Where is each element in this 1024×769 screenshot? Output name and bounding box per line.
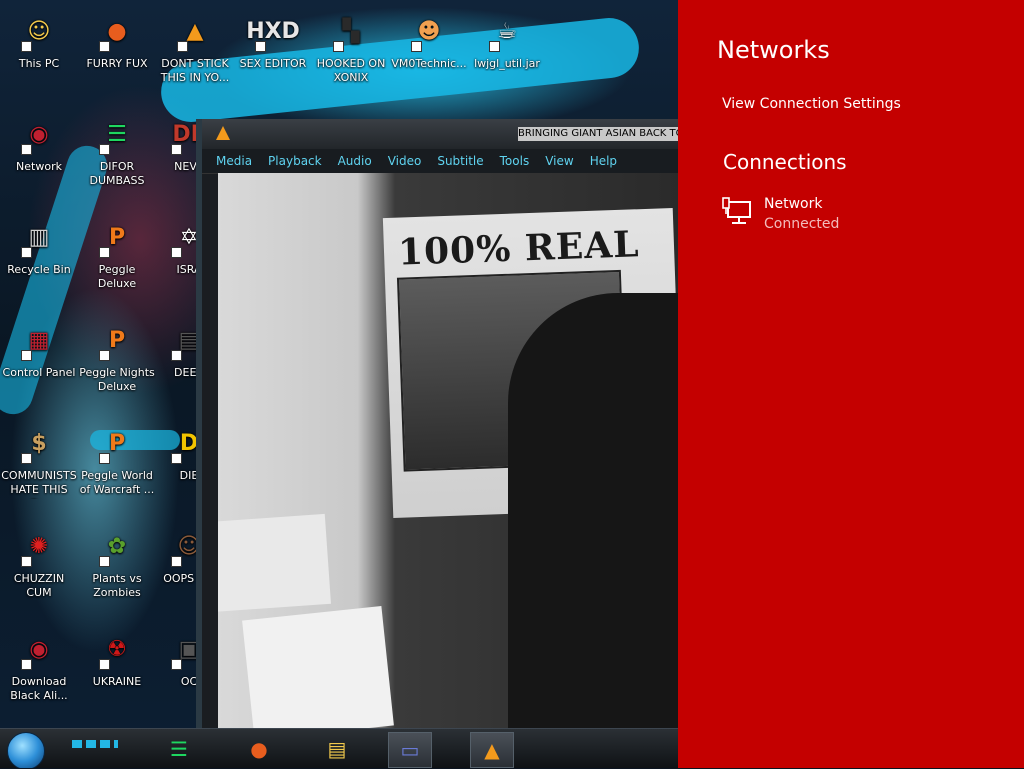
vlc-menubar: Media Playback Audio Video Subtitle Tool… xyxy=(202,149,678,174)
desktop-icon[interactable]: ◉ Download Black Ali... xyxy=(0,628,78,703)
desktop-icon[interactable]: ☕ lwjgl_util.jar xyxy=(468,10,546,71)
desktop-icon-label: VM0Technic... xyxy=(391,57,467,70)
connections-heading: Connections xyxy=(723,150,847,174)
desktop-icon-image: P xyxy=(95,319,139,363)
desktop-icon-image: $ xyxy=(17,422,61,466)
desktop-icon-image: ▚ xyxy=(329,10,373,54)
desktop-icon-image: P xyxy=(95,216,139,260)
desktop-icon-label: Plants vs Zombies xyxy=(92,572,142,599)
taskbar-firefox-button[interactable]: ● xyxy=(238,732,280,766)
desktop-icon[interactable]: ▦ Control Panel xyxy=(0,319,78,380)
menu-playback[interactable]: Playback xyxy=(268,154,322,168)
network-connection-item[interactable]: Network Connected xyxy=(722,194,982,238)
desktop-icon[interactable]: ✺ CHUZZIN CUM xyxy=(0,525,78,600)
desktop-icon-image: ☢ xyxy=(95,628,139,672)
network-status: Connected xyxy=(764,216,840,232)
taskbar: ☰ ● ▤ ▭ ▲ xyxy=(0,728,678,768)
desktop-icon-label: SEX EDITOR xyxy=(239,57,307,70)
desktop-icon-label: CHUZZIN CUM xyxy=(13,572,65,599)
desktop-icon[interactable]: P Peggle Nights Deluxe xyxy=(78,319,156,394)
menu-help[interactable]: Help xyxy=(590,154,617,168)
desktop-icon-label: FURRY FUX xyxy=(86,57,148,70)
cardboard-box xyxy=(218,513,331,613)
view-connection-settings-link[interactable]: View Connection Settings xyxy=(722,96,901,112)
flyout-title: Networks xyxy=(717,36,830,64)
person-silhouette xyxy=(508,293,678,730)
desktop-icon-image: ☰ xyxy=(95,113,139,157)
menu-media[interactable]: Media xyxy=(216,154,252,168)
desktop-icon[interactable]: ☺ This PC xyxy=(0,10,78,71)
menu-view[interactable]: View xyxy=(545,154,573,168)
network-name: Network xyxy=(764,196,823,212)
desktop-icon-label: lwjgl_util.jar xyxy=(474,57,540,70)
desktop-icon-label: HOOKED ON XONIX xyxy=(316,57,386,84)
desktop-icon-image: ☺ xyxy=(17,10,61,54)
desktop-icon-image: ☻ xyxy=(407,10,451,54)
desktop-icon-label: COMMUNISTS HATE THIS G... xyxy=(1,469,77,499)
desktop-icon[interactable]: ▥ Recycle Bin xyxy=(0,216,78,277)
desktop-icon-label: Download Black Ali... xyxy=(10,675,68,702)
desktop-icon-image: ▲ xyxy=(173,10,217,54)
taskbar-decoration xyxy=(72,740,118,748)
desktop-icon[interactable]: ☢ UKRAINE xyxy=(78,628,156,689)
taskbar-file-explorer-button[interactable]: ▤ xyxy=(316,732,358,766)
desktop-icon[interactable]: ● FURRY FUX xyxy=(78,10,156,71)
desktop-icon-label: Peggle World of Warcraft ... xyxy=(79,469,155,496)
cardboard-box xyxy=(242,606,394,730)
taskbar-app-button[interactable]: ▭ xyxy=(388,732,432,768)
desktop-icon[interactable]: HXD SEX EDITOR xyxy=(234,10,312,71)
ethernet-icon xyxy=(722,197,751,224)
desktop-icon[interactable]: P Peggle Deluxe xyxy=(78,216,156,291)
menu-tools[interactable]: Tools xyxy=(500,154,530,168)
desktop-icon[interactable]: ▚ HOOKED ON XONIX xyxy=(312,10,390,85)
desktop-icon[interactable]: ◉ Network xyxy=(0,113,78,174)
poster-text: 100% REAL xyxy=(397,223,641,274)
desktop-icon-image: ◉ xyxy=(17,628,61,672)
desktop-icon-label: Recycle Bin xyxy=(7,263,71,276)
desktop-icon-label: UKRAINE xyxy=(92,675,142,688)
menu-subtitle[interactable]: Subtitle xyxy=(437,154,483,168)
taskbar-spotify-button[interactable]: ☰ xyxy=(158,732,200,766)
desktop-icon-image: P xyxy=(95,422,139,466)
desktop-icon-image: ✿ xyxy=(95,525,139,569)
desktop: ☺ This PC ● FURRY FUX ▲ DONT STICK THIS IN YO… xyxy=(0,0,678,768)
desktop-icon-image: HXD xyxy=(246,10,300,54)
vlc-titlebar[interactable]: BRINGING GIANT ASIAN BACK TO xyxy=(202,119,678,149)
desktop-icon-label: Control Panel xyxy=(2,366,76,379)
menu-audio[interactable]: Audio xyxy=(338,154,372,168)
desktop-icon[interactable]: P Peggle World of Warcraft ... xyxy=(78,422,156,497)
desktop-icon-image: ✺ xyxy=(17,525,61,569)
desktop-icon-label: Network xyxy=(16,160,62,173)
desktop-icon-image: ▦ xyxy=(17,319,61,363)
desktop-icon-image: ● xyxy=(95,10,139,54)
desktop-icon[interactable]: ☻ VM0Technic... xyxy=(390,10,468,71)
vlc-cone-icon xyxy=(216,126,230,140)
desktop-icon-image: ☕ xyxy=(485,10,529,54)
desktop-icon[interactable]: ▲ DONT STICK THIS IN YO... xyxy=(156,10,234,85)
desktop-icon-label: DONT STICK THIS IN YO... xyxy=(160,57,230,84)
video-frame[interactable]: 100% REAL xyxy=(218,173,678,730)
menu-video[interactable]: Video xyxy=(388,154,422,168)
desktop-icon-label: DIFOR DUMBASS xyxy=(89,160,145,187)
desktop-icon-label: This PC xyxy=(18,57,60,70)
vlc-window-title: BRINGING GIANT ASIAN BACK TO xyxy=(518,127,678,141)
desktop-icon-image: ◉ xyxy=(17,113,61,157)
vlc-window[interactable]: BRINGING GIANT ASIAN BACK TO Media Playb… xyxy=(196,119,678,734)
desktop-icon[interactable]: $COMMUNISTS HATE THIS G... xyxy=(0,422,78,500)
desktop-icon[interactable]: ✿ Plants vs Zombies xyxy=(78,525,156,600)
taskbar-vlc-button[interactable]: ▲ xyxy=(470,732,514,768)
desktop-icon-label: Peggle Nights Deluxe xyxy=(79,366,155,393)
start-button[interactable] xyxy=(7,732,45,768)
networks-flyout: Networks View Connection Settings Connec… xyxy=(678,0,1024,768)
desktop-icon[interactable]: ☰ DIFOR DUMBASS xyxy=(78,113,156,188)
desktop-icon-image: ▥ xyxy=(17,216,61,260)
desktop-icon-label: Peggle Deluxe xyxy=(97,263,137,290)
